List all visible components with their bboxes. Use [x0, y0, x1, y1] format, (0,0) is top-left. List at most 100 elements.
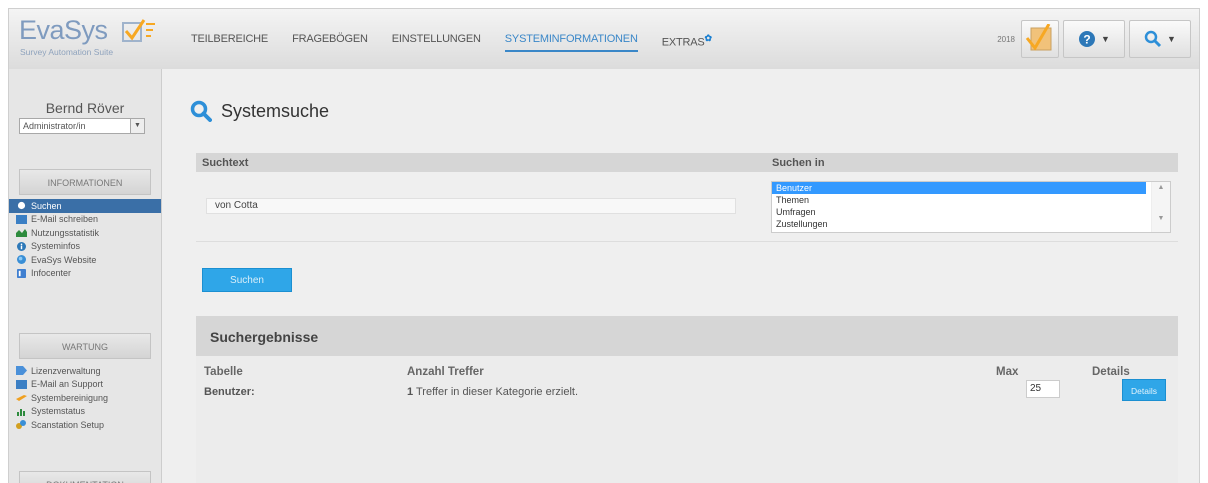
suchen-button[interactable]: Suchen: [202, 268, 292, 292]
nav-label: EINSTELLUNGEN: [391, 33, 481, 45]
mail-icon: [16, 379, 27, 389]
sidebar-item-lizenzverwaltung[interactable]: Lizenzverwaltung: [13, 364, 161, 378]
chevron-down-icon: ▼: [1101, 34, 1110, 44]
suchtext-label: Suchtext: [202, 157, 249, 169]
sidebar-item-systeminfos[interactable]: Systeminfos: [13, 240, 161, 254]
option-zustellungen[interactable]: Zustellungen: [772, 218, 1146, 230]
globe-icon: [17, 255, 26, 265]
row-hits: 1 Treffer in dieser Kategorie erzielt.: [407, 386, 578, 398]
sidebar-item-systemstatus[interactable]: Systemstatus: [13, 405, 161, 419]
scroll-down-icon[interactable]: ▼: [1152, 215, 1170, 222]
search-menu-button[interactable]: ▼: [1129, 20, 1191, 58]
checkmark-button[interactable]: [1021, 20, 1059, 58]
nav-label: FRAGEBÖGEN: [292, 33, 368, 45]
option-themen[interactable]: Themen: [772, 194, 1146, 206]
sidebar-item-evasys-website[interactable]: EvaSys Website: [13, 253, 161, 267]
search-icon: [17, 202, 26, 210]
sidebar-item-label: Lizenzverwaltung: [31, 365, 101, 376]
sidebar-section-wartung: WARTUNG: [19, 333, 151, 359]
search-icon: [1144, 30, 1162, 48]
mail-icon: [16, 214, 27, 224]
search-form: Suchtext Suchen in von Cotta Benutzer Th…: [196, 153, 1178, 242]
nav-label: SYSTEMINFORMATIONEN: [504, 33, 638, 45]
sidebar-list-wartung: Lizenzverwaltung E-Mail an Support Syste…: [13, 364, 161, 432]
sidebar-item-label: E-Mail an Support: [31, 379, 104, 390]
sidebar-item-label: Systemstatus: [31, 406, 86, 417]
max-input[interactable]: 25: [1026, 380, 1060, 398]
page-header: Systemsuche: [190, 100, 329, 122]
sidebar-item-label: Infocenter: [31, 268, 72, 279]
chevron-down-icon: ▼: [1167, 34, 1176, 44]
details-button[interactable]: Details: [1122, 379, 1166, 401]
version-year: 2018: [997, 34, 1015, 44]
extras-badge-icon: ✿: [704, 33, 713, 43]
nav-label: TEILBEREICHE: [191, 33, 269, 45]
col-tabelle: Tabelle: [204, 366, 243, 378]
main-nav: TEILBEREICHE FRAGEBÖGEN EINSTELLUNGEN SY…: [191, 9, 736, 69]
sidebar-section-dokumentation: DOKUMENTATION: [19, 471, 151, 483]
scanner-icon: [16, 420, 26, 430]
sidebar-item-label: Systeminfos: [31, 241, 81, 252]
hits-text: Treffer in dieser Kategorie erzielt.: [413, 386, 579, 398]
role-select[interactable]: Administrator/in ▼: [19, 118, 145, 134]
chart-icon: [16, 229, 27, 238]
suchen-in-label: Suchen in: [772, 157, 825, 169]
nav-extras[interactable]: EXTRAS✿: [662, 9, 712, 67]
nav-teilbereiche[interactable]: TEILBEREICHE: [191, 9, 268, 67]
option-umfragen[interactable]: Umfragen: [772, 206, 1146, 218]
sidebar-item-label: Nutzungsstatistik: [31, 227, 100, 238]
nav-einstellungen[interactable]: EINSTELLUNGEN: [392, 9, 481, 67]
sidebar-item-label: Systembereinigung: [31, 392, 109, 403]
app-window: EvaSys Survey Automation Suite TEILBEREI…: [8, 8, 1200, 483]
sidebar-item-label: Suchen: [31, 200, 62, 211]
logo-check-icon: [122, 19, 155, 42]
col-anzahl-treffer: Anzahl Treffer: [407, 366, 484, 378]
header-tools: 2018 ? ▼ ▼: [997, 19, 1191, 59]
sidebar-item-email-schreiben[interactable]: E-Mail schreiben: [13, 213, 161, 227]
sidebar-item-label: EvaSys Website: [31, 254, 97, 265]
checkmark-icon: [1025, 24, 1052, 51]
scroll-up-icon[interactable]: ▲: [1152, 184, 1170, 191]
user-name: Bernd Röver: [45, 100, 125, 116]
info-icon: [17, 241, 26, 251]
search-input[interactable]: von Cotta: [206, 198, 736, 214]
results-header: Suchergebnisse: [196, 316, 1178, 356]
sidebar-item-systembereinigung[interactable]: Systembereinigung: [13, 391, 161, 405]
sidebar-item-label: E-Mail schreiben: [31, 214, 99, 225]
sidebar-item-email-an-support[interactable]: E-Mail an Support: [13, 378, 161, 392]
results-title: Suchergebnisse: [210, 329, 319, 345]
page-title: Systemsuche: [221, 100, 330, 121]
help-button[interactable]: ? ▼: [1063, 20, 1125, 58]
sidebar-item-label: Scanstation Setup: [31, 419, 105, 430]
book-icon: [17, 268, 26, 278]
search-icon: [190, 100, 212, 122]
svg-text:?: ?: [1083, 33, 1090, 47]
suchen-in-listbox[interactable]: Benutzer Themen Umfragen Zustellungen ▲ …: [771, 181, 1171, 233]
sidebar-item-suchen[interactable]: Suchen: [9, 199, 161, 213]
help-icon: ?: [1079, 31, 1096, 47]
sidebar-item-infocenter[interactable]: Infocenter: [13, 267, 161, 281]
sidebar-list-informationen: Suchen E-Mail schreiben Nutzungsstatisti…: [9, 199, 161, 281]
top-bar: EvaSys Survey Automation Suite TEILBEREI…: [9, 9, 1199, 70]
col-details: Details: [1092, 366, 1130, 378]
evasys-logo[interactable]: EvaSys Survey Automation Suite: [19, 15, 159, 63]
sidebar-item-scanstation-setup[interactable]: Scanstation Setup: [13, 418, 161, 432]
row-table: Benutzer:: [204, 386, 255, 398]
option-benutzer[interactable]: Benutzer: [772, 182, 1146, 194]
col-max: Max: [996, 366, 1019, 378]
sidebar-section-informationen: INFORMATIONEN: [19, 169, 151, 195]
key-icon: [16, 366, 27, 376]
logo-subtitle: Survey Automation Suite: [20, 47, 114, 57]
role-value: Administrator/in: [23, 121, 86, 131]
nav-frageboegen[interactable]: FRAGEBÖGEN: [292, 9, 368, 67]
search-form-header: Suchtext Suchen in: [196, 153, 1178, 172]
nav-label: EXTRAS: [661, 36, 705, 49]
nav-systeminformationen[interactable]: SYSTEMINFORMATIONEN: [504, 9, 638, 67]
logo-brand: EvaSys: [19, 15, 108, 45]
listbox-scrollbar[interactable]: ▲ ▼: [1151, 182, 1170, 232]
sidebar-item-nutzungsstatistik[interactable]: Nutzungsstatistik: [13, 226, 161, 240]
search-results: Suchergebnisse Tabelle Anzahl Treffer Ma…: [196, 316, 1178, 483]
broom-icon: [16, 395, 27, 402]
sidebar: Bernd Röver Administrator/in ▼ INFORMATI…: [9, 69, 162, 483]
status-icon: [17, 408, 25, 416]
